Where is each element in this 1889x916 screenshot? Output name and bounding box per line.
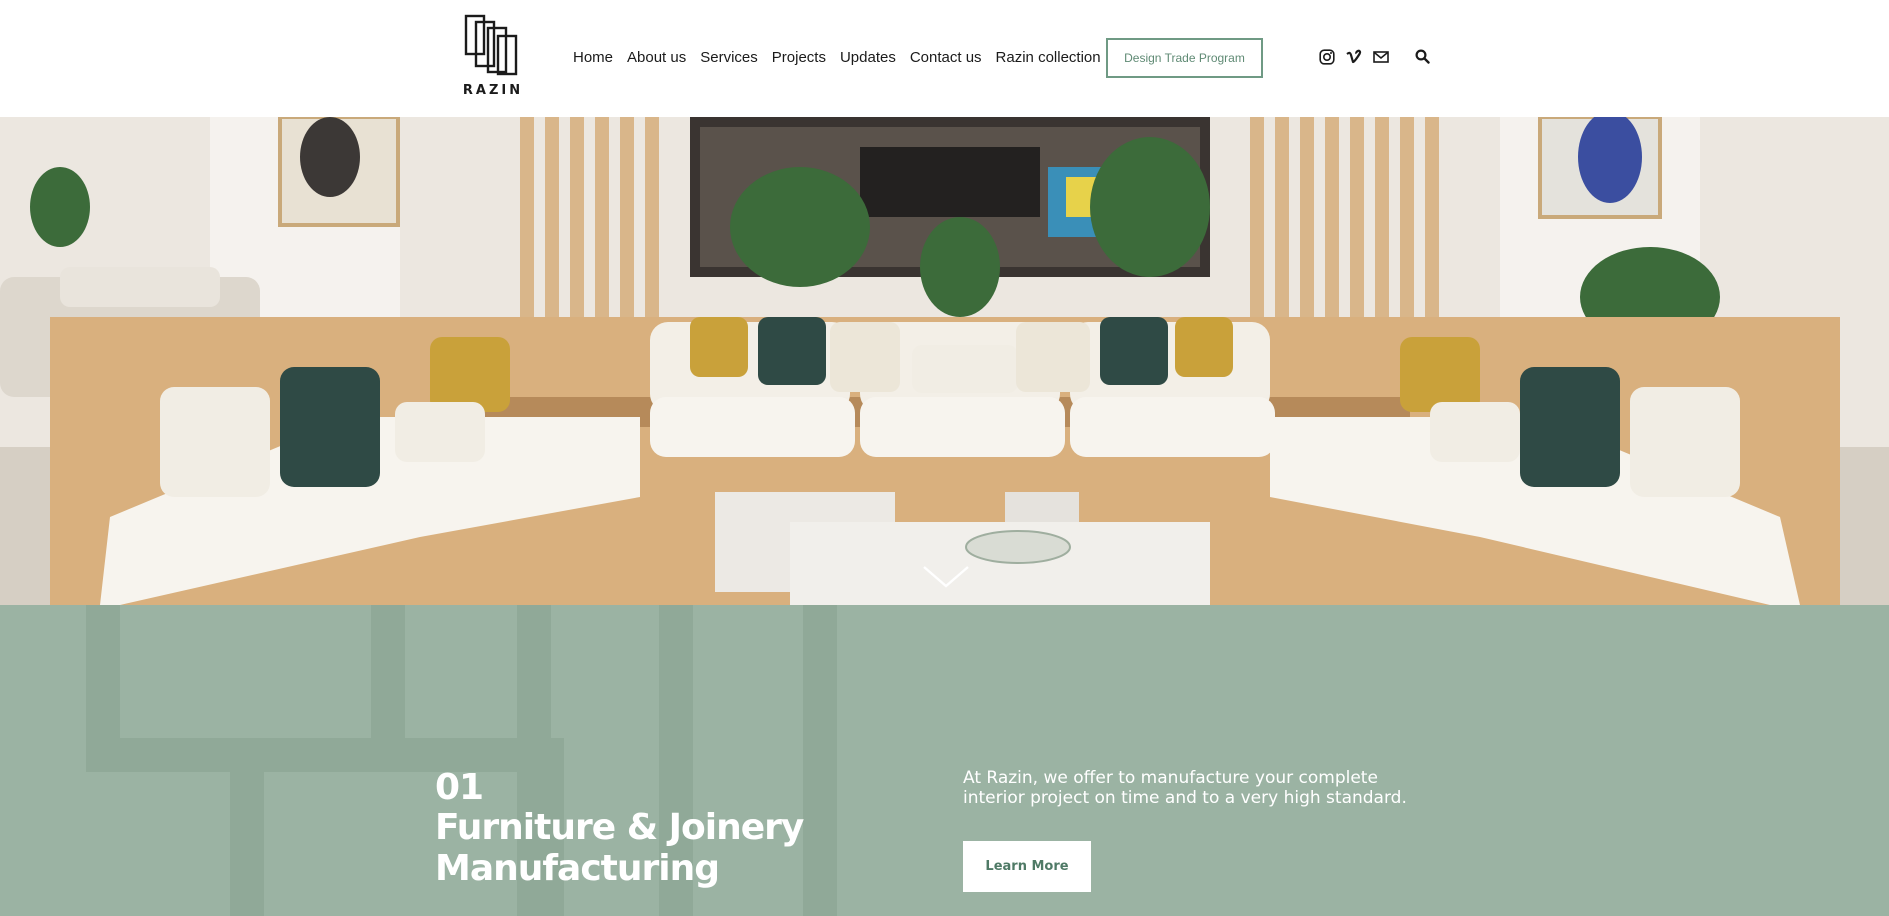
nav-item-services[interactable]: Services xyxy=(700,49,758,66)
services-feature-section: 01 Furniture & Joinery Manufacturing At … xyxy=(0,605,1889,916)
feature-description: At Razin, we offer to manufacture your c… xyxy=(963,768,1407,808)
feature-title-line1: Furniture & Joinery xyxy=(435,807,804,848)
nav-item-home[interactable]: Home xyxy=(573,49,613,66)
social-links xyxy=(1318,48,1389,65)
site-header: RAZIN Home About us Services Projects Up… xyxy=(0,0,1889,117)
nav-item-contact-us[interactable]: Contact us xyxy=(910,49,982,66)
razin-logo[interactable]: RAZIN xyxy=(462,14,524,100)
logo-watermark xyxy=(86,605,837,916)
main-nav: Home About us Services Projects Updates … xyxy=(573,46,1101,68)
feature-title: Furniture & Joinery Manufacturing xyxy=(435,807,855,889)
search-icon[interactable] xyxy=(1414,48,1431,65)
nav-item-updates[interactable]: Updates xyxy=(840,49,896,66)
vimeo-icon[interactable] xyxy=(1345,48,1362,65)
logo-wordmark: RAZIN xyxy=(462,83,524,98)
hero-image xyxy=(0,117,1889,605)
email-icon[interactable] xyxy=(1372,48,1389,65)
learn-more-button[interactable]: Learn More xyxy=(963,841,1091,892)
instagram-icon[interactable] xyxy=(1318,48,1335,65)
chevron-down-icon[interactable] xyxy=(922,564,970,590)
feature-number: 01 xyxy=(435,767,484,808)
nav-item-about-us[interactable]: About us xyxy=(627,49,686,66)
hero-interior-illustration xyxy=(0,117,1889,605)
nav-item-projects[interactable]: Projects xyxy=(772,49,826,66)
design-trade-program-button[interactable]: Design Trade Program xyxy=(1106,38,1263,78)
razin-logo-mark xyxy=(464,14,518,76)
nav-item-razin-collection[interactable]: Razin collection xyxy=(996,49,1101,66)
feature-title-line2: Manufacturing xyxy=(435,848,720,889)
